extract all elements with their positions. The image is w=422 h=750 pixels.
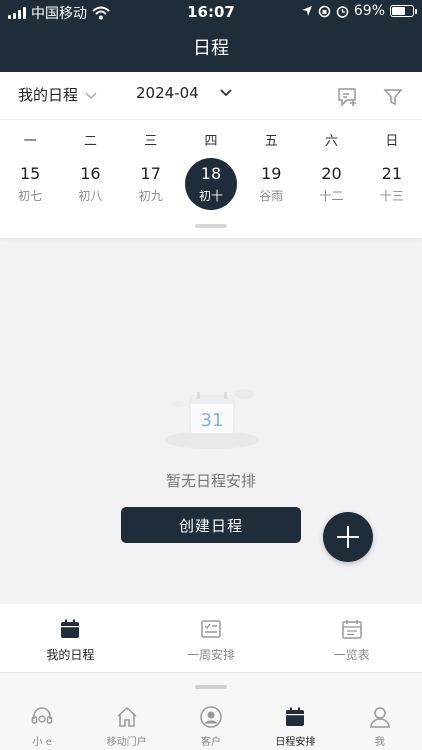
nav-label: 小 e [32,737,52,748]
day-number: 19 [261,164,282,183]
tab-my-schedule[interactable]: 我的日程 [0,604,141,672]
empty-state-message: 暂无日程安排 [165,472,256,490]
create-schedule-button[interactable]: 创建日程 [121,507,301,543]
chevron-down-icon [85,91,97,99]
day-cell[interactable]: 15 初七 [0,156,60,212]
calendar-icon [61,619,80,638]
nav-label: 我 [374,737,385,748]
month-selector[interactable]: 2024-04 [136,84,233,102]
battery-icon [390,5,417,17]
lunar-date: 初七 [18,189,43,203]
customer-icon [200,706,222,728]
user-icon [370,707,390,728]
lunar-date: 初九 [138,189,163,203]
weekday-label: 一 [23,134,37,149]
add-note-icon[interactable] [336,86,358,108]
alarm-icon [336,5,349,18]
day-row: 15 初七 16 初八 17 初九 18 初十 19 谷雨 20 十二 21 十三 [0,156,422,212]
bottom-sheet-handle[interactable] [195,685,227,689]
schedule-view-tabs: 我的日程 一周安排 一览表 [0,604,422,672]
tab-week-plan[interactable]: 一周安排 [141,604,282,672]
weekday-label: 二 [83,134,97,149]
week-calendar: 一 二 三 四 五 六 日 15 初七 16 初八 17 初九 18 初十 19 谷雨 2… [0,120,422,238]
week-checklist-icon [201,620,221,638]
location-icon [301,6,312,16]
lunar-date: 十二 [319,189,344,203]
day-number: 21 [381,164,402,183]
empty-calendar-icon: 31 [164,389,260,449]
empty-calendar-number: 31 [201,410,224,431]
weekday-label: 三 [144,134,158,149]
day-number: 17 [140,164,161,183]
day-number: 18 [200,164,222,183]
lunar-date: 初八 [78,189,103,203]
filter-icon[interactable] [382,86,404,108]
add-schedule-fab[interactable] [323,512,373,562]
nav-mobile-portal[interactable]: 移动门户 [84,673,168,750]
status-bar: 中国移动 16:07 69% [0,0,422,24]
tab-label: 一览表 [333,648,370,662]
day-cell[interactable]: 18 初十 [181,156,241,212]
battery-percent: 69% [353,3,385,19]
nav-label: 移动门户 [106,737,147,748]
day-cell[interactable]: 19 谷雨 [241,156,301,212]
nav-label: 日程安排 [275,737,316,748]
lunar-date: 谷雨 [259,189,284,203]
lunar-date: 初十 [198,189,223,203]
day-cell[interactable]: 20 十二 [301,156,361,212]
bottom-navigation: 小 e 移动门户 客户 日程安排 我 [0,672,422,750]
month-selector-label: 2024-04 [136,84,199,102]
schedule-toolbar: 我的日程 2024-04 [0,72,422,120]
week-expand-handle[interactable] [195,224,227,228]
calendar-icon [286,707,305,726]
home-icon [117,706,137,727]
nav-schedule[interactable]: 日程安排 [253,673,337,750]
weekday-label: 六 [325,134,339,149]
schedule-selector-label: 我的日程 [18,86,79,104]
nav-xiao-e[interactable]: 小 e [0,673,84,750]
schedule-selector[interactable]: 我的日程 [18,84,98,105]
day-cell[interactable]: 16 初八 [60,156,120,212]
page-title: 日程 [193,38,229,59]
tab-label: 一周安排 [187,648,236,662]
day-cell[interactable]: 21 十三 [362,156,422,212]
lunar-date: 十三 [379,189,404,203]
app-header: 中国移动 16:07 69% 日程 [0,0,422,72]
weekday-label: 五 [264,134,278,149]
chevron-down-icon [220,89,232,97]
nav-label: 客户 [201,737,222,748]
tab-label: 我的日程 [46,648,95,662]
day-cell[interactable]: 17 初九 [121,156,181,212]
day-number: 20 [321,164,342,183]
weekday-label: 四 [204,134,218,149]
day-number: 15 [19,164,41,183]
nav-me[interactable]: 我 [338,673,422,750]
orientation-lock-icon [318,5,331,17]
day-number: 16 [80,164,101,183]
headset-icon [31,707,53,724]
weekday-label: 日 [385,134,399,149]
weekday-header: 一 二 三 四 五 六 日 [0,130,422,149]
calendar-list-icon [341,620,362,639]
tab-overview[interactable]: 一览表 [281,604,422,672]
